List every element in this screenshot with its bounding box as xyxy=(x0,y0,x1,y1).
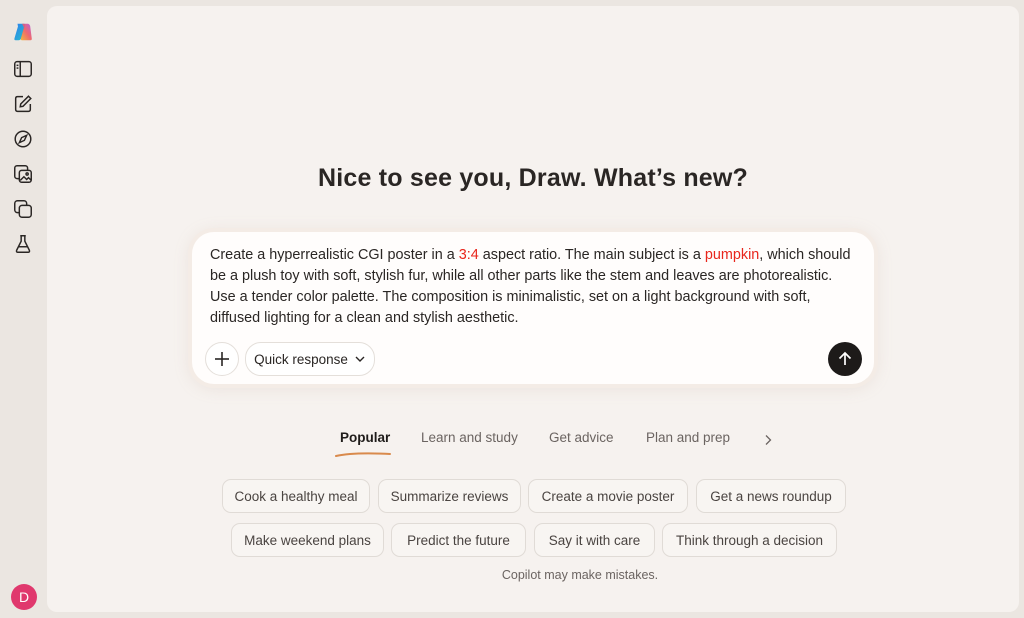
user-avatar[interactable]: D xyxy=(11,584,37,610)
composer: Create a hyperrealistic CGI poster in a … xyxy=(192,232,874,384)
prompt-text: aspect ratio. The main subject is a xyxy=(478,247,705,263)
left-rail: D xyxy=(0,0,46,618)
suggestion-chip[interactable]: Get a news roundup xyxy=(696,479,846,513)
tab-learn-and-study[interactable]: Learn and study xyxy=(421,430,518,445)
chevron-right-icon[interactable] xyxy=(763,433,773,451)
suggestion-chip[interactable]: Predict the future xyxy=(391,523,526,557)
response-mode-label: Quick response xyxy=(254,351,348,367)
new-chat-icon[interactable] xyxy=(11,92,35,116)
imagine-icon[interactable] xyxy=(11,162,35,186)
prompt-highlight-ratio: 3:4 xyxy=(458,247,479,263)
active-tab-underline xyxy=(335,452,391,457)
pages-icon[interactable] xyxy=(11,197,35,221)
tab-popular[interactable]: Popular xyxy=(340,430,390,445)
labs-icon[interactable] xyxy=(11,232,35,256)
tab-plan-and-prep[interactable]: Plan and prep xyxy=(646,430,730,445)
arrow-up-icon xyxy=(838,351,852,365)
prompt-highlight-subject: pumpkin xyxy=(704,247,760,263)
copilot-logo-icon[interactable] xyxy=(11,20,35,44)
greeting-title: Nice to see you, Draw. What’s new? xyxy=(317,164,749,192)
prompt-input[interactable]: Create a hyperrealistic CGI poster in a … xyxy=(210,245,860,329)
suggestion-chip[interactable]: Think through a decision xyxy=(662,523,837,557)
prompt-text: Create a hyperrealistic CGI poster in a xyxy=(210,247,459,263)
disclaimer-text: Copilot may make mistakes. xyxy=(501,568,659,582)
tab-get-advice[interactable]: Get advice xyxy=(549,430,614,445)
plus-icon xyxy=(215,352,229,366)
send-button[interactable] xyxy=(828,342,862,376)
suggestion-tabs: Popular Learn and study Get advice Plan … xyxy=(47,430,1019,460)
add-attachment-button[interactable] xyxy=(205,342,239,376)
suggestion-chip[interactable]: Make weekend plans xyxy=(231,523,384,557)
chevron-down-icon xyxy=(355,356,365,362)
discover-icon[interactable] xyxy=(11,127,35,151)
suggestion-chip[interactable]: Say it with care xyxy=(534,523,655,557)
response-mode-dropdown[interactable]: Quick response xyxy=(245,342,375,376)
suggestion-chip[interactable]: Summarize reviews xyxy=(378,479,521,513)
sidebar-toggle-icon[interactable] xyxy=(11,57,35,81)
main-panel: Nice to see you, Draw. What’s new? Creat… xyxy=(47,6,1019,612)
suggestion-chip[interactable]: Cook a healthy meal xyxy=(222,479,370,513)
suggestion-chip[interactable]: Create a movie poster xyxy=(528,479,688,513)
